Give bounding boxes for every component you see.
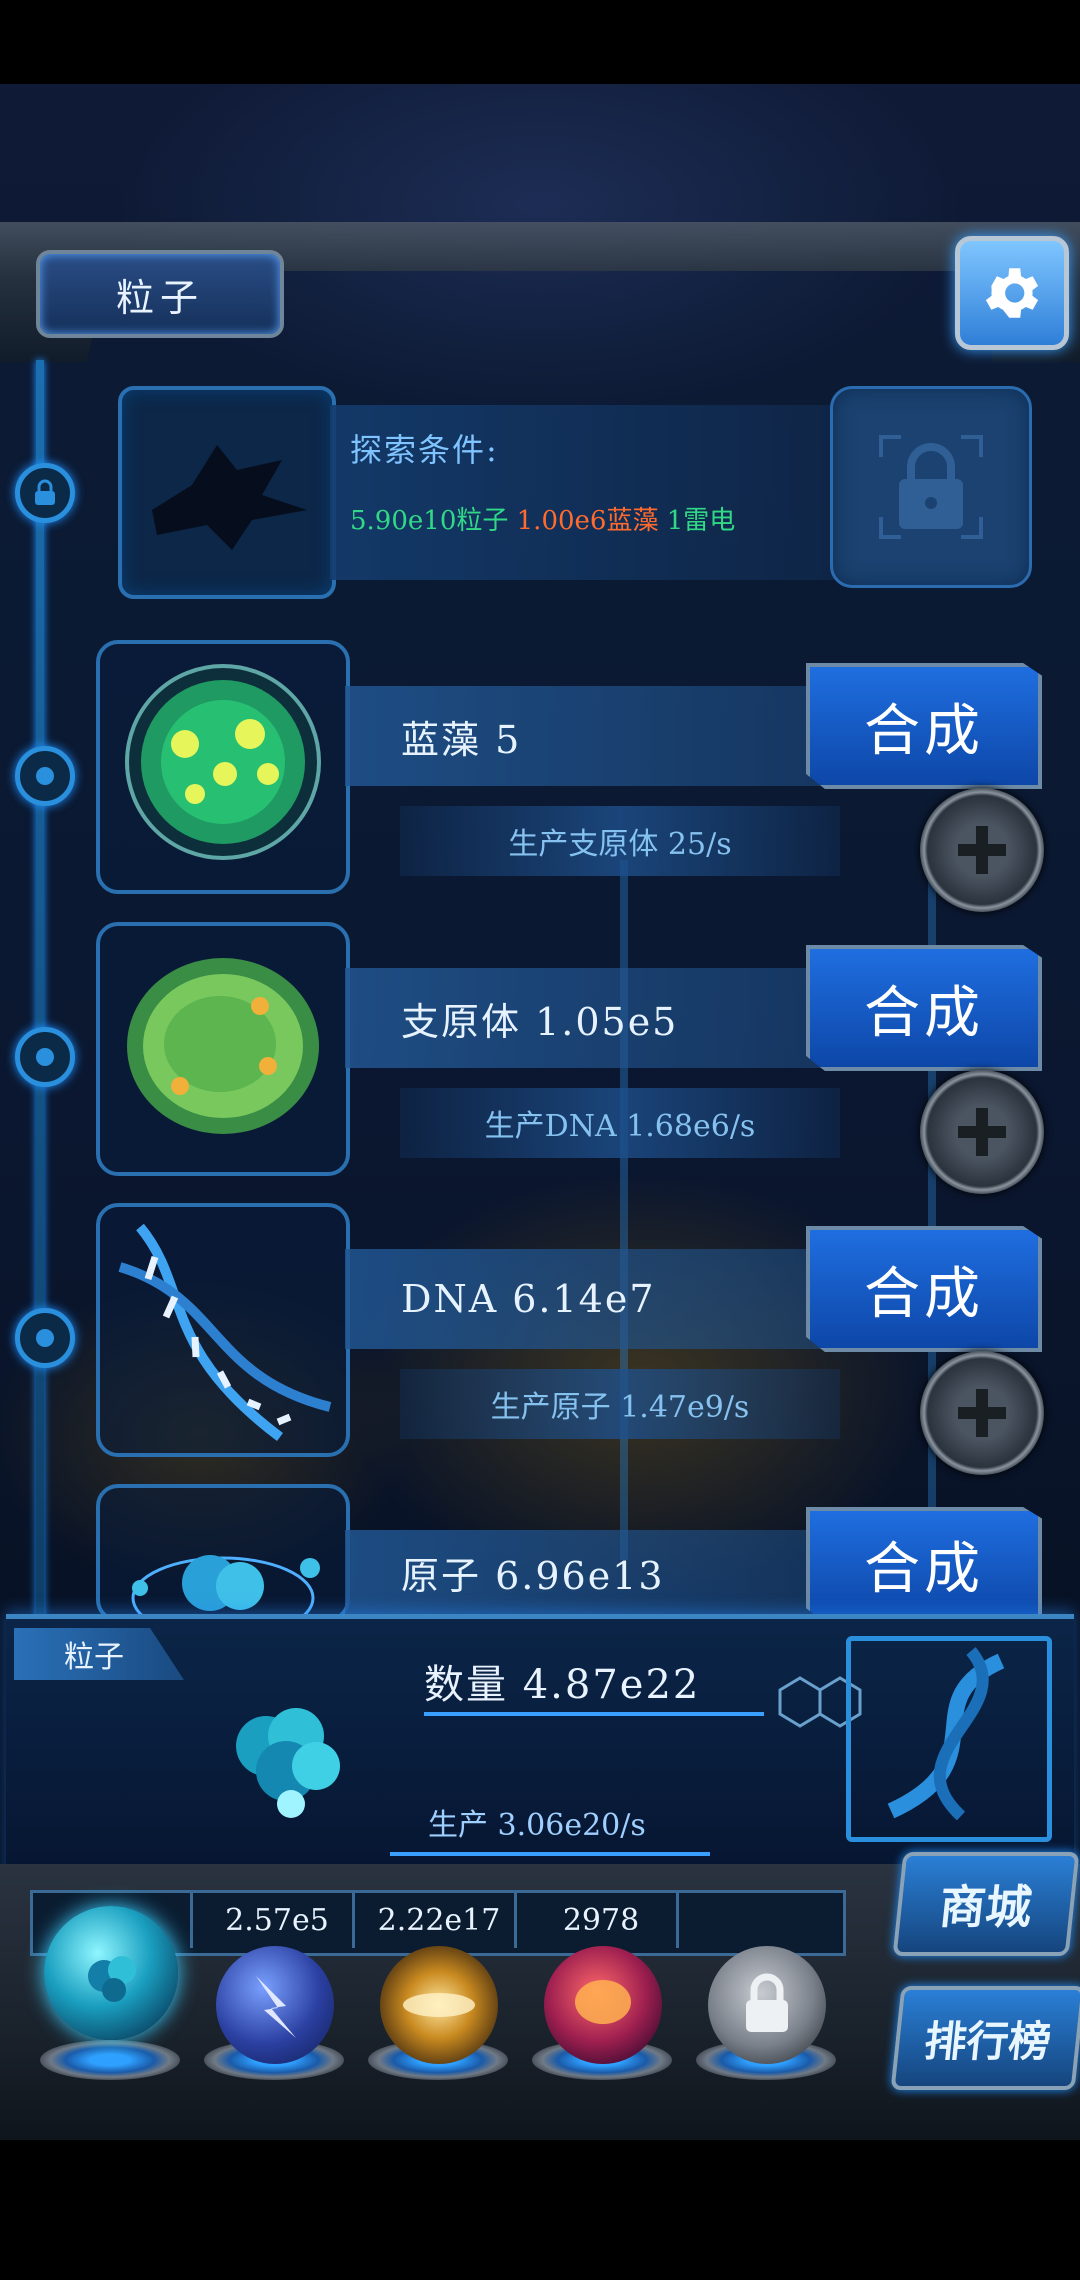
dna-helix-icon <box>118 1223 332 1441</box>
production-dna: 生产原子 1.47e9/s <box>400 1369 840 1439</box>
rail-node <box>15 1308 75 1368</box>
pedestal <box>40 2040 180 2080</box>
atom-icon <box>131 1555 320 1618</box>
lock-icon <box>35 479 55 505</box>
lightning-icon <box>256 1976 296 2038</box>
plus-icon <box>958 826 1006 874</box>
explore-locked-button[interactable] <box>830 386 1032 588</box>
upgrade-button-dna[interactable] <box>920 1351 1044 1475</box>
resource-rate: 生产 3.06e20/s <box>428 1808 646 1843</box>
galaxy-icon <box>403 1993 475 2017</box>
particle-cluster-icon <box>88 1956 136 2002</box>
atom-image <box>96 1484 350 1622</box>
particle-orb-tab[interactable] <box>44 1906 178 2040</box>
upgrade-button-mycoplasma[interactable] <box>920 1070 1044 1194</box>
condition-particles: 5.90e10粒子 <box>350 506 509 536</box>
progress-rail <box>36 360 44 1620</box>
condition-lightning: 1雷电 <box>666 506 736 536</box>
rail-node-locked <box>15 463 75 523</box>
condition-cyanobacteria: 1.00e6蓝藻 <box>516 506 659 536</box>
craft-button-mycoplasma[interactable]: 合成 <box>806 945 1042 1071</box>
production-cyanobacteria: 生产支原体 25/s <box>400 806 840 876</box>
craft-button-dna[interactable]: 合成 <box>806 1226 1042 1352</box>
silhouette-icon <box>152 445 307 550</box>
upgrade-button-cyanobacteria[interactable] <box>920 788 1044 912</box>
navigation-bar-area <box>0 2140 1080 2280</box>
resource-quantity: 数量 4.87e22 <box>424 1662 701 1708</box>
craft-button-atom[interactable]: 合成 <box>806 1507 1042 1622</box>
lightning-orb-tab[interactable] <box>216 1946 334 2064</box>
galaxy-orb-tab[interactable] <box>380 1946 498 2064</box>
dock-value-locked <box>688 1892 838 1948</box>
page-title: 粒子 <box>36 250 284 338</box>
cyanobacteria-icon <box>125 664 321 860</box>
cyanobacteria-image <box>96 640 350 894</box>
dock-value-galaxy: 2.22e17 <box>364 1892 517 1948</box>
shop-button[interactable]: 商城 <box>892 1852 1080 1956</box>
gear-icon <box>985 268 1039 318</box>
rate-underline <box>390 1852 710 1856</box>
plus-icon <box>958 1389 1006 1437</box>
mycoplasma-image <box>96 922 350 1176</box>
status-bar-area <box>0 0 1080 84</box>
dna-helix-icon <box>887 1647 1005 1821</box>
lock-icon <box>879 435 983 539</box>
item-name-atom: 原子 6.96e13 <box>345 1530 865 1614</box>
dna-frame <box>846 1636 1052 1842</box>
ranking-button[interactable]: 排行榜 <box>890 1986 1080 2090</box>
production-mycoplasma: 生产DNA 1.68e6/s <box>400 1088 840 1158</box>
brain-orb-tab[interactable] <box>544 1946 662 2064</box>
craft-button-cyanobacteria[interactable]: 合成 <box>806 663 1042 789</box>
mycoplasma-icon <box>127 958 319 1134</box>
item-name-dna: DNA 6.14e7 <box>345 1249 865 1349</box>
item-name-cyanobacteria: 蓝藻 5 <box>345 686 865 786</box>
settings-button[interactable] <box>955 236 1069 350</box>
locked-orb-tab[interactable] <box>708 1946 826 2064</box>
lock-icon <box>746 1973 788 2032</box>
quantity-underline <box>424 1712 764 1716</box>
plus-icon <box>958 1108 1006 1156</box>
brain-icon <box>575 1980 631 2024</box>
dock-value-brain: 2978 <box>526 1892 679 1948</box>
explore-conditions: 5.90e10粒子 1.00e6蓝藻 1雷电 <box>350 500 735 537</box>
particle-cluster-image <box>206 1686 366 1836</box>
explore-title: 探索条件: <box>350 431 499 469</box>
locked-item-silhouette <box>118 386 336 599</box>
rail-node <box>15 1027 75 1087</box>
dna-image <box>96 1203 350 1457</box>
particle-cluster-icon <box>236 1708 340 1818</box>
rail-node <box>15 746 75 806</box>
item-name-mycoplasma: 支原体 1.05e5 <box>345 968 865 1068</box>
dock-value-lightning: 2.57e5 <box>202 1892 355 1948</box>
